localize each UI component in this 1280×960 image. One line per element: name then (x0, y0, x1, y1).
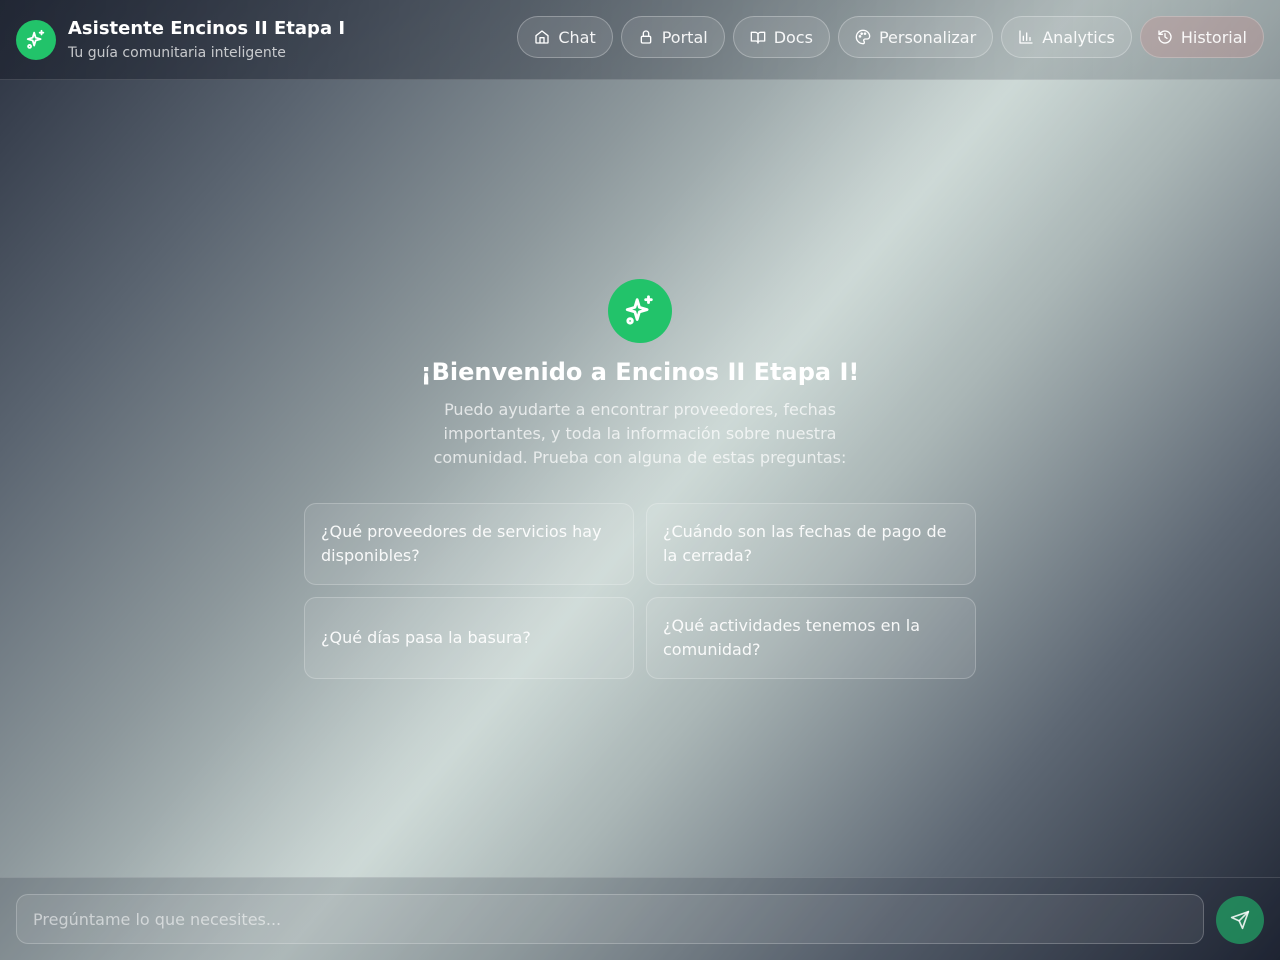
home-icon (535, 30, 549, 44)
suggestion-grid: ¿Qué proveedores de servicios hay dispon… (304, 503, 976, 679)
book-icon (750, 31, 766, 44)
lock-icon (640, 30, 652, 44)
nav-personalizar-label: Personalizar (878, 27, 977, 47)
app-title: Asistente Encinos II Etapa I (68, 18, 346, 39)
suggestion-card[interactable]: ¿Qué actividades tenemos en la comunidad… (646, 597, 976, 679)
app-header: Asistente Encinos II Etapa I Tu guía com… (0, 0, 1280, 80)
send-button[interactable] (1216, 896, 1264, 944)
sparkles-icon (16, 20, 56, 60)
nav-analytics-button[interactable]: Analytics (1001, 16, 1132, 58)
nav-portal-label: Portal (661, 27, 708, 47)
nav-historial-button[interactable]: Historial (1139, 16, 1264, 58)
background-sheen (0, 0, 1280, 960)
app-subtitle: Tu guía comunitaria inteligente (68, 45, 286, 61)
sparkles-icon (608, 279, 672, 343)
welcome-title: ¡Bienvenido a Encinos II Etapa I! (420, 358, 860, 386)
suggestion-card[interactable]: ¿Qué días pasa la basura? (304, 597, 634, 679)
send-icon (1230, 910, 1250, 930)
chat-input[interactable] (16, 894, 1204, 944)
bar-chart-icon (1019, 30, 1033, 44)
suggestion-card[interactable]: ¿Cuándo son las fechas de pago de la cer… (646, 503, 976, 585)
palette-icon (855, 29, 871, 45)
nav-portal-button[interactable]: Portal (620, 16, 725, 58)
nav-docs-button[interactable]: Docs (732, 16, 830, 58)
nav-personalizar-button[interactable]: Personalizar (837, 16, 994, 58)
nav-docs-label: Docs (773, 27, 813, 47)
nav-chat-button[interactable]: Chat (517, 16, 613, 58)
history-icon (1158, 30, 1172, 44)
nav-analytics-label: Analytics (1042, 27, 1115, 47)
suggestion-card[interactable]: ¿Qué proveedores de servicios hay dispon… (304, 503, 634, 585)
top-nav: Chat Portal Docs Personalizar Analytics … (517, 16, 1264, 58)
nav-chat-label: Chat (558, 27, 596, 47)
welcome-text: Puedo ayudarte a encontrar proveedores, … (433, 400, 847, 467)
nav-historial-label: Historial (1180, 27, 1247, 47)
